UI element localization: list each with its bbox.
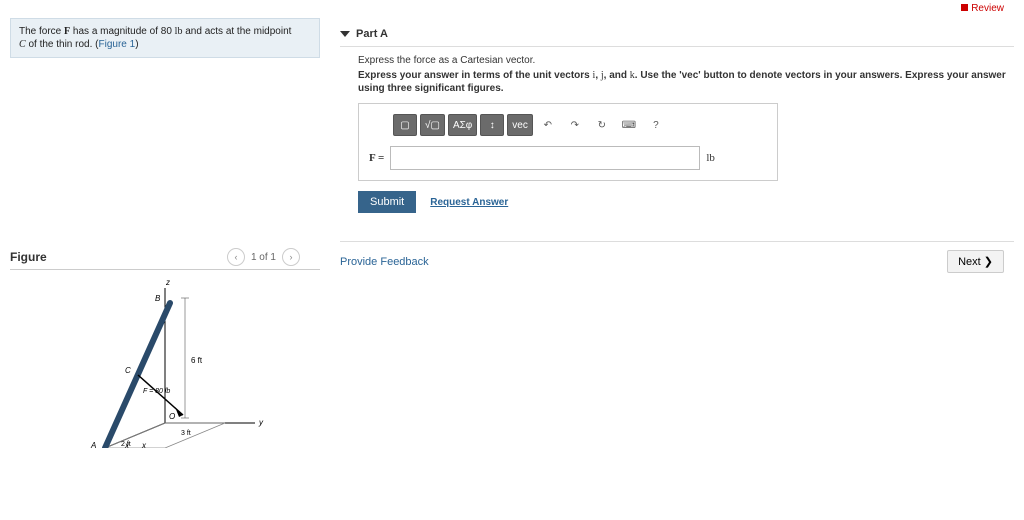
keyboard-button[interactable]: ⌨ — [617, 114, 641, 136]
redo-button[interactable]: ↷ — [563, 114, 587, 136]
svg-text:3 ft: 3 ft — [181, 430, 191, 437]
svg-text:6 ft: 6 ft — [191, 356, 203, 365]
next-button[interactable]: Next ❯ — [947, 250, 1004, 273]
request-answer-link[interactable]: Request Answer — [430, 197, 508, 208]
reset-button[interactable]: ↻ — [590, 114, 614, 136]
greek-button[interactable]: ΑΣφ — [448, 114, 477, 136]
caret-down-icon — [340, 31, 350, 37]
provide-feedback-link[interactable]: Provide Feedback — [340, 256, 429, 268]
submit-button[interactable]: Submit — [358, 191, 416, 213]
figure-title: Figure — [10, 250, 47, 264]
part-a-header[interactable]: Part A — [340, 18, 1014, 47]
subsup-button[interactable]: ↕ — [480, 114, 504, 136]
answer-label: F = — [369, 152, 384, 164]
svg-text:C: C — [125, 366, 131, 375]
undo-button[interactable]: ↶ — [536, 114, 560, 136]
next-figure-button[interactable]: › — [282, 248, 300, 266]
answer-input[interactable] — [390, 146, 700, 170]
svg-text:y: y — [258, 418, 264, 427]
prev-figure-button[interactable]: ‹ — [227, 248, 245, 266]
problem-text: The force — [19, 26, 64, 37]
vec-button[interactable]: vec — [507, 114, 533, 136]
templates-button[interactable]: ▢ — [393, 114, 417, 136]
answer-panel: ▢ √▢ ΑΣφ ↕ vec ↶ ↷ ↻ ⌨ ? F = lb — [358, 103, 778, 181]
equation-toolbar: ▢ √▢ ΑΣφ ↕ vec ↶ ↷ ↻ ⌨ ? — [393, 114, 767, 136]
svg-text:F = 80 lb: F = 80 lb — [143, 388, 170, 395]
symbol-C: C — [19, 39, 26, 50]
help-button[interactable]: ? — [644, 114, 668, 136]
review-link[interactable]: Review — [961, 3, 1004, 14]
svg-text:x: x — [141, 441, 147, 448]
figure-link[interactable]: Figure 1 — [99, 39, 136, 50]
figure-panel: Figure ‹ 1 of 1 › — [10, 248, 320, 450]
svg-text:O: O — [169, 412, 175, 421]
figure-pager: ‹ 1 of 1 › — [227, 248, 300, 266]
root-button[interactable]: √▢ — [420, 114, 445, 136]
part-title: Part A — [356, 28, 388, 40]
svg-text:B: B — [155, 294, 161, 303]
figure-page-indicator: 1 of 1 — [251, 252, 276, 263]
instruction-line-2: Express your answer in terms of the unit… — [340, 70, 1014, 103]
problem-statement: The force F has a magnitude of 80 lb and… — [10, 18, 320, 58]
figure-image: z B C 6 ft F = 80 lb O y 3 ft A 2 ft x x — [10, 270, 320, 450]
svg-text:z: z — [165, 278, 170, 287]
instruction-line-1: Express the force as a Cartesian vector. — [340, 47, 1014, 70]
svg-text:A: A — [90, 441, 96, 448]
answer-unit: lb — [706, 152, 715, 164]
